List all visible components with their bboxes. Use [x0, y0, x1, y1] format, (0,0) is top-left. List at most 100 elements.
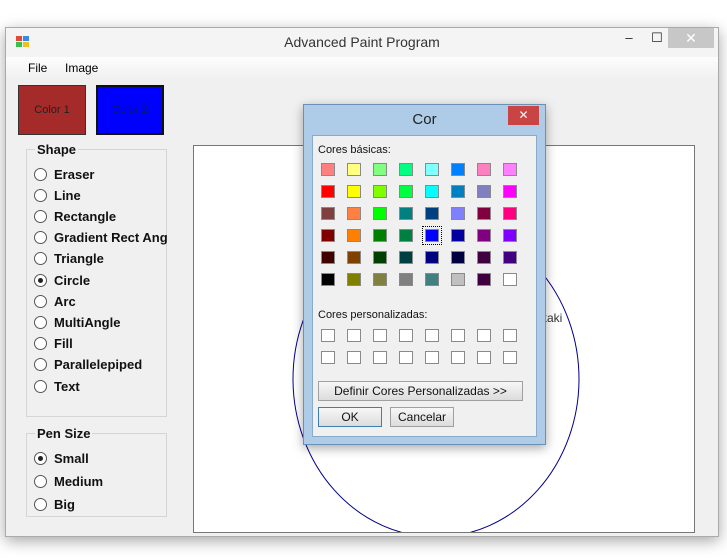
basic-color-swatch[interactable]	[373, 163, 387, 176]
custom-color-swatch[interactable]	[451, 351, 465, 364]
basic-color-swatch[interactable]	[321, 163, 335, 176]
basic-color-swatch[interactable]	[347, 207, 361, 220]
basic-color-swatch[interactable]	[321, 229, 335, 242]
shape-option[interactable]: MultiAngle	[34, 313, 120, 331]
basic-color-swatch[interactable]	[451, 163, 465, 176]
basic-color-swatch[interactable]	[477, 229, 491, 242]
basic-color-swatch[interactable]	[503, 163, 517, 176]
basic-color-swatch[interactable]	[373, 229, 387, 242]
radio-button[interactable]	[34, 273, 47, 287]
radio-button[interactable]	[34, 379, 47, 393]
basic-color-swatch[interactable]	[399, 185, 413, 198]
menu-image[interactable]: Image	[65, 61, 98, 75]
title-bar[interactable]: Advanced Paint Program – ☐ ✕	[6, 28, 718, 57]
custom-color-swatch[interactable]	[321, 329, 335, 342]
shape-option[interactable]: Eraser	[34, 165, 94, 183]
custom-color-swatch[interactable]	[399, 329, 413, 342]
custom-color-swatch[interactable]	[425, 329, 439, 342]
color1-button[interactable]: Color 1	[18, 85, 86, 135]
shape-option[interactable]: Text	[34, 377, 80, 395]
basic-color-swatch[interactable]	[321, 207, 335, 220]
pen-size-option[interactable]: Small	[34, 449, 89, 467]
custom-color-swatch[interactable]	[477, 351, 491, 364]
radio-button[interactable]	[34, 294, 47, 308]
basic-color-swatch[interactable]	[347, 273, 361, 286]
radio-button[interactable]	[34, 167, 47, 181]
radio-button[interactable]	[34, 209, 47, 223]
basic-color-swatch[interactable]	[477, 163, 491, 176]
color2-button[interactable]: Color 2	[96, 85, 164, 135]
maximize-button[interactable]: ☐	[646, 28, 668, 48]
basic-color-swatch[interactable]	[425, 163, 439, 176]
basic-color-swatch[interactable]	[373, 185, 387, 198]
basic-color-swatch[interactable]	[503, 185, 517, 198]
menu-file[interactable]: File	[28, 61, 47, 75]
custom-color-swatch[interactable]	[399, 351, 413, 364]
basic-color-swatch[interactable]	[399, 251, 413, 264]
basic-color-swatch[interactable]	[425, 207, 439, 220]
define-custom-colors-button[interactable]: Definir Cores Personalizadas >>	[318, 381, 523, 401]
basic-color-swatch[interactable]	[399, 163, 413, 176]
radio-button[interactable]	[34, 315, 47, 329]
basic-color-swatch[interactable]	[477, 273, 491, 286]
radio-button[interactable]	[34, 231, 47, 245]
radio-button[interactable]	[34, 358, 47, 372]
custom-color-swatch[interactable]	[477, 329, 491, 342]
close-button[interactable]: ✕	[668, 28, 714, 48]
basic-color-swatch[interactable]	[373, 251, 387, 264]
basic-color-swatch[interactable]	[399, 273, 413, 286]
basic-color-swatch[interactable]	[347, 163, 361, 176]
basic-color-swatch[interactable]	[321, 185, 335, 198]
pen-size-option[interactable]: Big	[34, 495, 75, 513]
custom-color-swatch[interactable]	[347, 351, 361, 364]
basic-color-swatch[interactable]	[503, 251, 517, 264]
basic-color-swatch[interactable]	[373, 207, 387, 220]
dialog-close-button[interactable]: ✕	[508, 106, 539, 125]
basic-color-swatch[interactable]	[451, 207, 465, 220]
shape-option[interactable]: Fill	[34, 335, 73, 353]
shape-option[interactable]: Arc	[34, 292, 76, 310]
basic-color-swatch[interactable]	[425, 273, 439, 286]
basic-color-swatch[interactable]	[451, 273, 465, 286]
radio-button[interactable]	[34, 337, 47, 351]
radio-button[interactable]	[34, 451, 47, 465]
basic-color-swatch[interactable]	[503, 273, 517, 286]
basic-color-swatch[interactable]	[425, 185, 439, 198]
radio-button[interactable]	[34, 497, 47, 511]
shape-option[interactable]: Circle	[34, 271, 90, 289]
ok-button[interactable]: OK	[318, 407, 382, 427]
custom-color-swatch[interactable]	[347, 329, 361, 342]
basic-color-swatch[interactable]	[425, 251, 439, 264]
basic-color-swatch[interactable]	[503, 207, 517, 220]
basic-color-swatch[interactable]	[347, 185, 361, 198]
basic-color-swatch[interactable]	[347, 251, 361, 264]
pen-size-option[interactable]: Medium	[34, 472, 103, 490]
basic-color-swatch[interactable]	[451, 229, 465, 242]
basic-color-swatch[interactable]	[451, 251, 465, 264]
basic-color-swatch[interactable]	[399, 229, 413, 242]
shape-option[interactable]: Triangle	[34, 250, 104, 268]
basic-color-swatch[interactable]	[477, 185, 491, 198]
shape-option[interactable]: Rectangle	[34, 207, 116, 225]
shape-option[interactable]: Parallelepiped	[34, 356, 142, 374]
radio-button[interactable]	[34, 474, 47, 488]
radio-button[interactable]	[34, 252, 47, 266]
basic-color-swatch[interactable]	[422, 226, 442, 245]
custom-color-swatch[interactable]	[321, 351, 335, 364]
basic-color-swatch[interactable]	[451, 185, 465, 198]
basic-color-swatch[interactable]	[477, 251, 491, 264]
custom-color-swatch[interactable]	[451, 329, 465, 342]
cancel-button[interactable]: Cancelar	[390, 407, 454, 427]
radio-button[interactable]	[34, 188, 47, 202]
custom-color-swatch[interactable]	[425, 351, 439, 364]
basic-color-swatch[interactable]	[477, 207, 491, 220]
minimize-button[interactable]: –	[618, 28, 640, 48]
basic-color-swatch[interactable]	[503, 229, 517, 242]
custom-color-swatch[interactable]	[373, 329, 387, 342]
basic-color-swatch[interactable]	[321, 273, 335, 286]
custom-color-swatch[interactable]	[503, 329, 517, 342]
custom-color-swatch[interactable]	[373, 351, 387, 364]
custom-color-swatch[interactable]	[503, 351, 517, 364]
basic-color-swatch[interactable]	[347, 229, 361, 242]
basic-color-swatch[interactable]	[321, 251, 335, 264]
